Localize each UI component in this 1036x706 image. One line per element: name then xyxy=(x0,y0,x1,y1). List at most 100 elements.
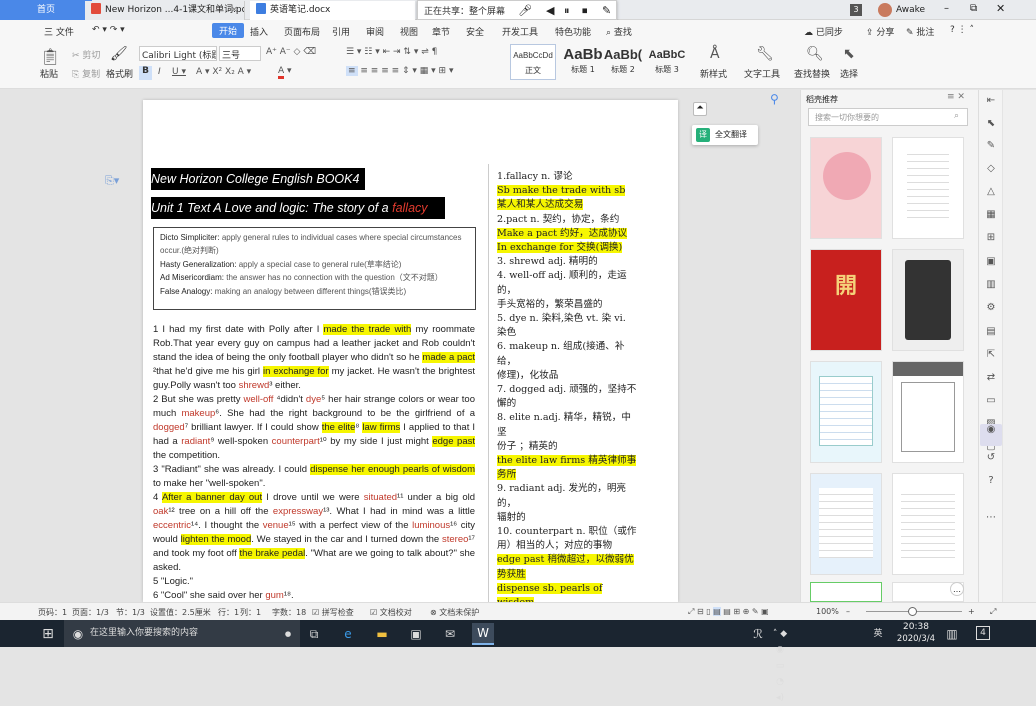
window-close-icon[interactable]: ✕ xyxy=(996,2,1005,15)
mic-icon[interactable]: 🎤︎ xyxy=(518,4,532,17)
pen-icon[interactable]: ✎ xyxy=(985,140,997,152)
speaker-icon[interactable]: ◀ xyxy=(546,4,554,17)
settings-icon[interactable]: ⚙ xyxy=(985,302,997,314)
comment-button[interactable]: ✎ 批注 xyxy=(906,25,934,38)
cut-button[interactable]: ✂ 剪切 xyxy=(72,48,100,61)
image-icon[interactable]: ▣ xyxy=(985,256,997,268)
ime-mode-icon[interactable]: ▥ xyxy=(944,626,960,642)
new-style-button[interactable]: 新样式 xyxy=(700,67,727,80)
menu-file[interactable]: 三 文件 xyxy=(44,25,74,38)
sync-status[interactable]: ☁ 已同步 xyxy=(804,25,843,38)
clock-time[interactable]: 20:38 xyxy=(894,622,938,632)
menu-chapter[interactable]: 章节 xyxy=(432,25,450,38)
microphone-icon[interactable]: ⏺︎ xyxy=(280,626,296,642)
cursor-icon[interactable]: ⬉ xyxy=(985,118,997,130)
font-name-select[interactable]: Calibri Light (标题 xyxy=(139,46,217,61)
pen-icon[interactable]: ✎ xyxy=(602,4,611,17)
zoom-level[interactable]: 100% xyxy=(816,607,839,616)
page-view-icon[interactable]: ▤ xyxy=(713,607,721,616)
template-thumb-3[interactable]: 開 xyxy=(810,249,882,351)
template-thumb-5[interactable] xyxy=(810,361,882,463)
underline-button[interactable]: U ▾ xyxy=(172,67,186,77)
document-page[interactable]: New Horizon College English BOOK4 Unit 1… xyxy=(143,100,678,602)
help-circle-icon[interactable]: ? xyxy=(985,475,997,487)
location-pin-icon[interactable]: ⚲ xyxy=(770,92,779,106)
search-icon[interactable]: ⌕ xyxy=(954,111,959,121)
format-painter-icon[interactable]: 🖌︎ xyxy=(110,46,128,62)
share-button[interactable]: ⇪ 分享 xyxy=(866,25,894,38)
find-icon[interactable]: 🔍︎ xyxy=(806,46,824,62)
eraser-icon[interactable]: ◇ xyxy=(985,163,997,175)
menu-search[interactable]: ⌕ 查找 xyxy=(606,25,632,38)
avatar[interactable] xyxy=(878,3,892,17)
style-heading-3[interactable]: AaBbC 标题 3 xyxy=(644,44,690,80)
style-heading-2[interactable]: AaBb( 标题 2 xyxy=(600,44,646,80)
template-thumb-6[interactable] xyxy=(892,361,964,463)
user-name[interactable]: Awake xyxy=(896,5,925,15)
template-thumb-2[interactable] xyxy=(892,137,964,239)
spell-check-button[interactable]: ☑ 拼写检查 xyxy=(312,607,354,618)
windows-start-icon[interactable]: ⊞ xyxy=(40,626,56,642)
person-icon[interactable]: ℛ xyxy=(750,626,766,642)
italic-button[interactable]: I xyxy=(158,67,161,77)
text-tool-button[interactable]: 文字工具 xyxy=(744,67,780,80)
chart-icon[interactable]: ▥ xyxy=(985,279,997,291)
notification-icon[interactable]: 4 xyxy=(976,626,990,640)
zoom-in-button[interactable]: + xyxy=(968,607,975,616)
pause-icon[interactable]: ⏸︎ xyxy=(564,4,570,18)
doc-nav-icon[interactable]: ⎘▾ xyxy=(105,174,119,188)
menu-start[interactable]: 开始 xyxy=(212,23,245,38)
align-buttons[interactable]: ≡ ≡ ≡ ≡ ≡ ⇕ ▾ ▦ ▾ ⊞ ▾ xyxy=(346,66,453,76)
select-arrow-icon[interactable]: ⬉ xyxy=(843,46,855,62)
grid-icon[interactable]: ⊞ xyxy=(985,232,997,244)
menu-insert[interactable]: 插入 xyxy=(250,25,268,38)
taskbar-search-input[interactable]: 在这里输入你要搜索的内容 xyxy=(64,620,300,647)
tray-icons[interactable]: ˄ ◆ ◉ ▭ ◔ ◂) xyxy=(772,626,788,703)
edge-icon[interactable]: e xyxy=(340,626,356,642)
align-left-icon[interactable]: ≡ xyxy=(346,66,358,76)
font-size-select[interactable]: 三号 xyxy=(219,46,261,61)
scrollbar[interactable] xyxy=(1003,90,1036,602)
paste-icon[interactable]: 📋︎ xyxy=(40,47,60,66)
undo-icon[interactable]: ↶ ▾ ↷ ▾ xyxy=(92,25,125,35)
font-grow-icon[interactable]: A⁺ A⁻ ◇ ⌫ xyxy=(266,47,316,57)
copy-button[interactable]: ⎘ 复制 xyxy=(72,67,100,80)
more-icon[interactable]: ⋯ xyxy=(985,512,997,524)
menu-security[interactable]: 安全 xyxy=(466,25,484,38)
menu-special[interactable]: 特色功能 xyxy=(555,25,591,38)
tab-home[interactable]: 首页 xyxy=(0,0,92,20)
tab-pdf[interactable]: New Horizon ...4-1课文和单词.pdf × xyxy=(85,1,245,20)
style-normal[interactable]: AaBbCcDd 正文 xyxy=(510,44,556,80)
zoom-slider-handle[interactable] xyxy=(908,607,917,616)
select-button[interactable]: 选择 xyxy=(840,67,858,80)
template-thumb-7[interactable] xyxy=(810,473,882,575)
panel-search-input[interactable]: 搜索一切你想要的 xyxy=(808,108,968,126)
export-icon[interactable]: ⇱ xyxy=(985,349,997,361)
task-view-icon[interactable]: ⧉ xyxy=(306,626,322,642)
full-translate-button[interactable]: 译 全文翻译 xyxy=(692,125,758,145)
format-painter-button[interactable]: 格式刷 xyxy=(106,67,133,80)
template-thumb-1[interactable] xyxy=(810,137,882,239)
folder-icon[interactable]: ▬ xyxy=(374,626,390,642)
list-buttons[interactable]: ☰ ▾ ☷ ▾ ⇤ ⇥ ⇅ ▾ ⇌ ¶ xyxy=(346,47,437,57)
collapse-icon[interactable]: ⏶ xyxy=(693,102,707,116)
zoom-out-button[interactable]: – xyxy=(846,607,850,616)
word-count[interactable]: 字数：18 xyxy=(272,607,306,618)
shape-icon[interactable]: △ xyxy=(985,186,997,198)
collapse-panel-icon[interactable]: ⇤ xyxy=(985,95,997,107)
help-icon[interactable]: ? ⋮ ˄ xyxy=(950,25,974,35)
paste-button[interactable]: 粘贴 xyxy=(40,67,58,80)
find-replace-button[interactable]: 查找替换 xyxy=(794,67,830,80)
tab-docx[interactable]: 英语笔记.docx xyxy=(250,1,415,20)
menu-view[interactable]: 视图 xyxy=(400,25,418,38)
view-mode-icons[interactable]: ⤢ ⊟ ▯ ▤ ▤ ⊞ ⊕ ✎ ▣ xyxy=(688,607,769,617)
menu-layout[interactable]: 页面布局 xyxy=(284,25,320,38)
mail-icon[interactable]: ✉ xyxy=(442,626,458,642)
protect-status[interactable]: ⊗ 文档未保护 xyxy=(430,607,479,618)
table-icon[interactable]: ▦ xyxy=(985,209,997,221)
wrench-icon[interactable]: 🔧︎ xyxy=(756,46,774,62)
bold-button[interactable]: B xyxy=(139,66,152,80)
close-icon[interactable]: × xyxy=(230,1,238,19)
doc-icon[interactable]: ▤ xyxy=(985,326,997,338)
panel-menu-icon[interactable]: ≡ ✕ xyxy=(947,92,965,102)
